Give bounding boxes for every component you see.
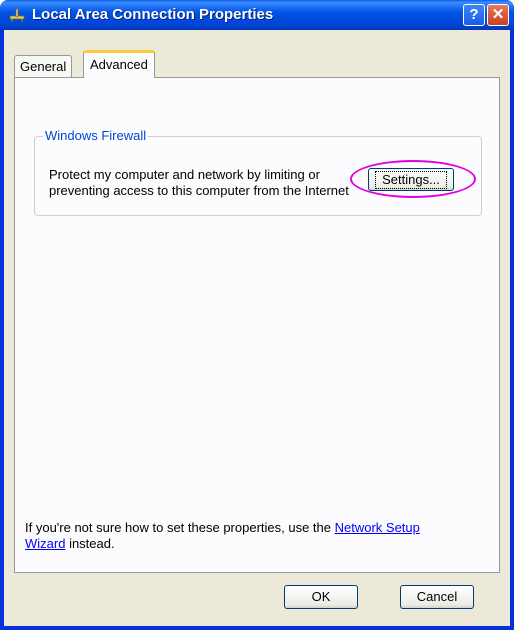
group-label: Windows Firewall [43, 128, 149, 143]
help-icon: ? [469, 6, 479, 23]
settings-button[interactable]: Settings... [368, 168, 454, 191]
close-icon: ✕ [491, 6, 505, 23]
help-text-before: If you're not sure how to set these prop… [25, 520, 335, 535]
tab-advanced[interactable]: Advanced [83, 50, 155, 78]
windows-firewall-group: Windows Firewall Protect my computer and… [34, 128, 482, 216]
dialog-client-area: General Advanced Windows Firewall Protec… [4, 30, 510, 626]
window-title: Local Area Connection Properties [32, 6, 274, 23]
close-button[interactable]: ✕ [487, 4, 509, 26]
network-connection-icon [9, 8, 25, 22]
properties-window: Local Area Connection Properties ? ✕ Gen… [0, 0, 514, 630]
ok-button[interactable]: OK [284, 585, 358, 609]
tab-general[interactable]: General [14, 55, 73, 77]
settings-button-label: Settings... [375, 171, 447, 189]
help-button[interactable]: ? [463, 4, 485, 26]
help-text-after: instead. [65, 536, 115, 551]
cancel-button[interactable]: Cancel [400, 585, 474, 609]
firewall-description: Protect my computer and network by limit… [49, 167, 349, 198]
title-bar[interactable]: Local Area Connection Properties ? ✕ [0, 0, 514, 30]
help-text: If you're not sure how to set these prop… [25, 520, 445, 552]
tab-panel-advanced: Windows Firewall Protect my computer and… [14, 77, 500, 573]
